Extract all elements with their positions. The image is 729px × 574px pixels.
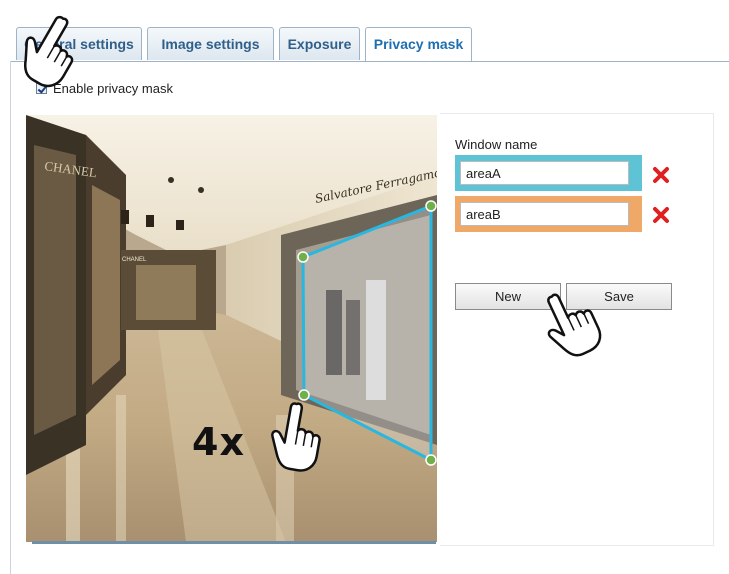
content-frame-right: [713, 113, 714, 545]
enable-privacy-mask-checkbox[interactable]: [36, 82, 47, 94]
mask-handle-bottom-left[interactable]: [298, 389, 310, 401]
window-name-input-areaB[interactable]: [460, 202, 629, 226]
window-row-areaA: [455, 155, 642, 191]
tab-exposure[interactable]: Exposure: [279, 27, 360, 60]
multiplier-annotation: 4x: [192, 420, 245, 464]
delete-areaB-icon[interactable]: [652, 206, 670, 224]
tab-image-settings[interactable]: Image settings: [147, 27, 274, 60]
new-button[interactable]: New: [455, 283, 561, 310]
panel-border-left: [10, 61, 11, 574]
window-name-label: Window name: [455, 137, 538, 152]
content-frame: [440, 113, 714, 114]
content-frame-bottom: [440, 545, 714, 546]
enable-privacy-mask-row[interactable]: Enable privacy mask: [36, 78, 173, 98]
svg-text:CHANEL: CHANEL: [122, 257, 147, 263]
panel-border: [10, 61, 729, 62]
mask-handle-bottom-right[interactable]: [425, 454, 437, 466]
window-name-input-areaA[interactable]: [460, 161, 629, 185]
video-preview[interactable]: CHANEL CHANEL Salvatore Ferragamo: [26, 115, 437, 542]
mask-handle-top-left[interactable]: [297, 251, 309, 263]
window-row-areaB: [455, 196, 642, 232]
mask-handle-top-right[interactable]: [425, 200, 437, 212]
mall-corridor-image: CHANEL CHANEL Salvatore Ferragamo: [26, 115, 437, 542]
video-underline: [32, 541, 436, 544]
enable-privacy-mask-label: Enable privacy mask: [53, 80, 173, 96]
save-button[interactable]: Save: [566, 283, 672, 310]
tab-general-settings[interactable]: General settings: [16, 27, 142, 60]
delete-areaA-icon[interactable]: [652, 166, 670, 184]
tab-privacy-mask[interactable]: Privacy mask: [365, 27, 472, 62]
